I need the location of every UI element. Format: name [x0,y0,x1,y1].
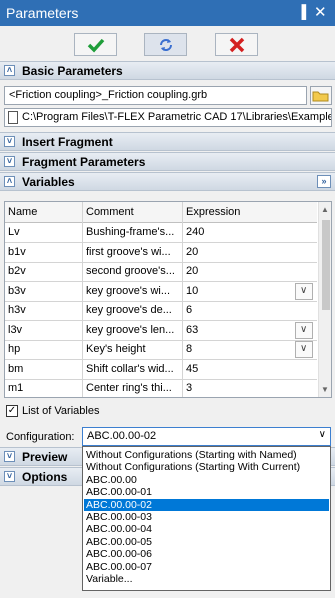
expand-icon[interactable]: ˅ [4,156,15,167]
cell-name[interactable]: Lv [5,223,83,243]
section-title: Insert Fragment [22,135,113,149]
cell-expression[interactable]: 20 [183,262,317,282]
section-title: Variables [22,175,75,189]
chevron-down-icon: ∨ [300,323,308,335]
column-header-comment[interactable]: Comment [83,202,183,223]
column-header-expression[interactable]: Expression [183,202,317,223]
variables-table: Name Comment Expression Lv Bushing-frame'… [4,201,332,398]
window-title: Parameters [6,5,79,21]
configuration-option[interactable]: Without Configurations (Starting With Cu… [84,461,329,473]
section-variables[interactable]: ˄ Variables » [0,172,335,191]
cell-comment[interactable]: Shift collar's wid... [83,359,183,380]
fragment-path-field[interactable]: C:\Program Files\T-FLEX Parametric CAD 1… [4,108,332,127]
cell-name[interactable]: bm [5,359,83,380]
list-of-variables-label: List of Variables [22,405,100,417]
expression-dropdown-button[interactable]: ∨ [295,321,313,339]
fragment-name-field[interactable]: <Friction coupling>_Friction coupling.gr… [4,86,307,105]
list-of-variables-checkbox[interactable]: ✓ [6,405,18,417]
configuration-option[interactable]: ABC.00.00-03 [84,511,329,523]
open-file-button[interactable] [310,86,332,105]
expand-icon[interactable]: ˅ [4,471,15,482]
cell-name[interactable]: b3v [5,281,83,302]
chevron-down-icon: ∨ [300,343,308,354]
configuration-option[interactable]: ABC.00.00-05 [84,536,329,548]
cell-name[interactable]: b1v [5,242,83,263]
section-fragment-parameters[interactable]: ˅ Fragment Parameters [0,152,335,171]
column-header-name[interactable]: Name [5,202,83,223]
configuration-label: Configuration: [6,431,75,443]
table-header: Name Comment Expression [5,202,317,223]
title-bar: Parameters ▐ ✕ [0,0,335,26]
cell-expression[interactable]: 3 [183,379,317,397]
section-title: Basic Parameters [22,64,123,78]
cell-expression[interactable]: 20 [183,243,317,263]
configuration-option[interactable]: Without Configurations (Starting with Na… [84,449,329,461]
ok-button[interactable] [74,33,117,56]
cell-name[interactable]: hp [5,340,83,360]
section-basic-parameters[interactable]: ˄ Basic Parameters [0,61,335,80]
chevron-down-icon: ∨ [300,284,308,296]
cell-comment[interactable]: Bushing-frame's... [83,223,183,243]
cell-expression[interactable]: 240 [183,223,317,243]
refresh-button[interactable] [144,33,187,56]
close-icon[interactable]: ✕ [314,3,327,21]
cell-comment[interactable]: key groove's wi... [83,281,183,302]
configuration-option[interactable]: Variable... [84,573,329,585]
expression-dropdown-button[interactable]: ∨ [295,282,313,300]
configuration-option[interactable]: ABC.00.00 [84,474,329,486]
configuration-option[interactable]: ABC.00.00-07 [84,561,329,573]
configuration-option[interactable]: ABC.00.00-04 [84,523,329,535]
cancel-button[interactable] [215,33,258,56]
configuration-option[interactable]: ABC.00.00-06 [84,548,329,560]
fragment-path-text: C:\Program Files\T-FLEX Parametric CAD 1… [22,111,332,123]
pin-icon[interactable]: ▐ [297,4,306,19]
cell-expression[interactable]: 6 [183,301,317,321]
expression-dropdown-button[interactable]: ∨ [295,341,313,358]
double-chevron-right-icon[interactable]: » [317,175,331,188]
section-title: Fragment Parameters [22,155,146,169]
cell-comment[interactable]: key groove's len... [83,320,183,341]
configuration-select[interactable]: ABC.00.00-02 ∨ [82,427,331,446]
section-title: Preview [22,450,68,464]
vertical-scrollbar[interactable]: ▲ ▼ [318,202,331,397]
cell-comment[interactable]: second groove's... [83,262,183,282]
collapse-icon[interactable]: ˄ [4,176,15,187]
expand-icon[interactable]: ˅ [4,136,15,147]
cell-name[interactable]: l3v [5,320,83,341]
configuration-dropdown-list: Without Configurations (Starting with Na… [82,446,331,591]
section-title: Options [22,470,68,484]
document-icon [8,111,18,124]
cell-comment[interactable]: first groove's wi... [83,242,183,263]
configuration-option[interactable]: ABC.00.00-02 [84,498,329,511]
configuration-option[interactable]: ABC.00.00-01 [84,486,329,498]
folder-icon [312,91,329,102]
scrollbar-thumb[interactable] [322,220,330,310]
scroll-down-icon[interactable]: ▼ [321,385,329,394]
expand-icon[interactable]: ˅ [4,451,15,462]
cell-comment[interactable]: Center ring's thi... [83,379,183,397]
collapse-icon[interactable]: ˄ [4,65,15,76]
cell-name[interactable]: b2v [5,262,83,282]
checkmark-icon [87,38,105,53]
cancel-x-icon [229,37,245,53]
cell-name[interactable]: m1 [5,379,83,397]
cell-name[interactable]: h3v [5,301,83,321]
cell-comment[interactable]: key groove's de... [83,301,183,321]
chevron-down-icon[interactable]: ∨ [319,429,326,440]
refresh-icon [160,39,172,51]
cell-comment[interactable]: Key's height [83,340,183,360]
cell-expression[interactable]: 45 [183,360,317,380]
section-insert-fragment[interactable]: ˅ Insert Fragment [0,132,335,151]
configuration-value: ABC.00.00-02 [87,430,157,442]
scroll-up-icon[interactable]: ▲ [321,205,329,214]
